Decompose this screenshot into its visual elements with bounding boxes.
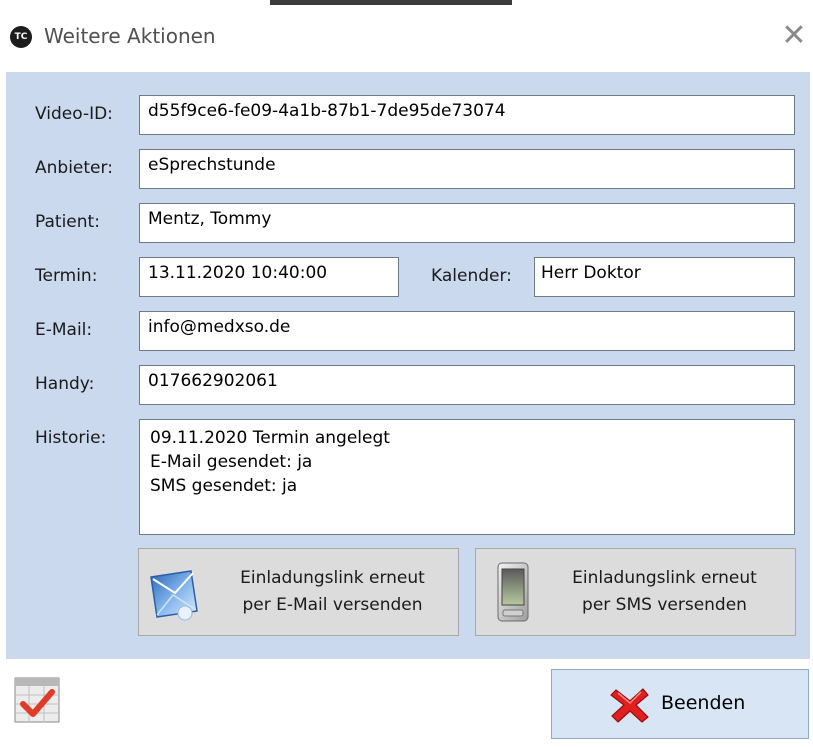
email-field[interactable]: info@medxso.de — [139, 311, 795, 351]
historie-line: SMS gesendet: ja — [150, 476, 298, 496]
checklist-icon[interactable] — [14, 677, 60, 723]
handy-field[interactable]: 017662902061 — [139, 365, 795, 405]
handy-label: Handy: — [35, 374, 95, 394]
red-x-icon — [610, 688, 649, 723]
resend-email-button[interactable]: Einladungslink erneut per E-Mail versend… — [138, 548, 459, 636]
mail-icon — [150, 570, 198, 621]
resend-sms-line1: Einladungslink erneut — [572, 568, 757, 588]
resend-email-line2: per E-Mail versenden — [242, 595, 423, 615]
title-bar: TC Weitere Aktionen ✕ — [0, 0, 813, 72]
patient-field[interactable]: Mentz, Tommy — [139, 203, 795, 243]
close-button[interactable]: ✕ — [775, 18, 813, 54]
kalender-label: Kalender: — [431, 266, 512, 286]
historie-line: 09.11.2020 Termin angelegt — [150, 428, 390, 448]
anbieter-field[interactable]: eSprechstunde — [139, 149, 795, 189]
kalender-field[interactable]: Herr Doktor — [534, 257, 795, 297]
resend-email-line1: Einladungslink erneut — [240, 568, 425, 588]
historie-line: E-Mail gesendet: ja — [150, 452, 313, 472]
anbieter-label: Anbieter: — [35, 158, 113, 178]
resend-sms-button[interactable]: Einladungslink erneut per SMS versenden — [475, 548, 796, 636]
app-logo-icon: TC — [10, 26, 32, 48]
historie-memo[interactable]: 09.11.2020 Termin angelegt E-Mail gesend… — [139, 419, 795, 535]
window-title: Weitere Aktionen — [44, 24, 216, 48]
video-id-field[interactable]: d55f9ce6-fe09-4a1b-87b1-7de95de73074 — [139, 95, 795, 135]
historie-label: Historie: — [35, 428, 107, 448]
video-id-label: Video-ID: — [35, 104, 113, 124]
termin-label: Termin: — [35, 266, 98, 286]
termin-field[interactable]: 13.11.2020 10:40:00 — [139, 257, 399, 297]
resend-sms-line2: per SMS versenden — [582, 595, 747, 615]
beenden-button[interactable]: Beenden — [551, 669, 809, 739]
beenden-label: Beenden — [661, 692, 746, 714]
email-label: E-Mail: — [35, 320, 93, 340]
patient-label: Patient: — [35, 212, 100, 232]
phone-icon — [497, 562, 529, 622]
